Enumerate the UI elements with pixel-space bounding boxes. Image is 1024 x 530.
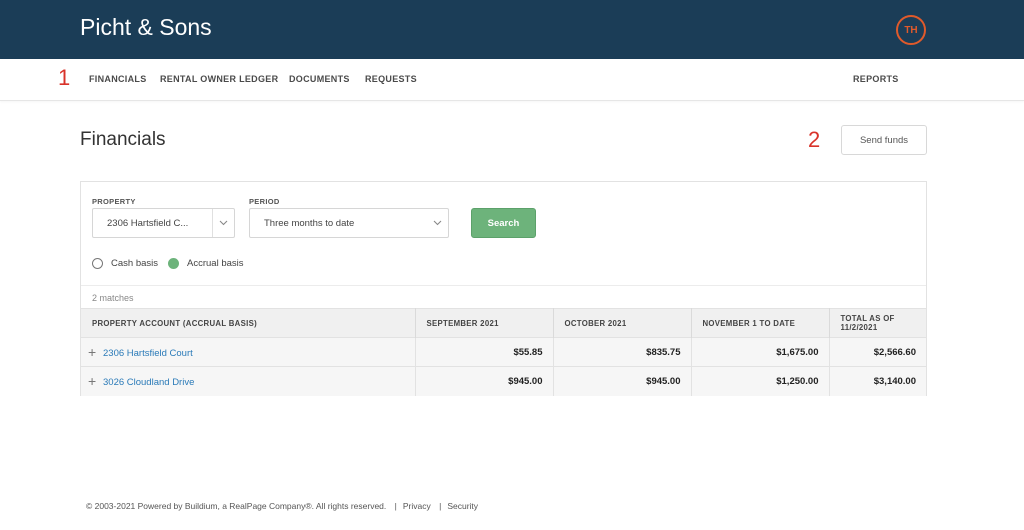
november-amount: $1,250.00: [691, 366, 830, 396]
column-header-october-2021: OCTOBER 2021: [553, 308, 692, 338]
november-amount: $1,675.00: [691, 337, 830, 367]
nav-item-financials[interactable]: FINANCIALS: [89, 74, 147, 84]
expand-plus-icon[interactable]: +: [88, 373, 101, 389]
period-select[interactable]: Three months to date: [249, 208, 449, 238]
annotation-marker-1: 1: [58, 65, 71, 90]
financials-panel: PROPERTY 2306 Hartsfield C... PERIOD Thr…: [80, 181, 927, 396]
matches-count: 2 matches: [81, 285, 926, 308]
september-amount: $945.00: [415, 366, 554, 396]
table-row: +2306 Hartsfield Court $55.85 $835.75 $1…: [81, 337, 926, 367]
accrual-basis-radio[interactable]: [168, 258, 179, 269]
account-cell: +2306 Hartsfield Court: [81, 337, 416, 367]
account-cell: +3026 Cloudland Drive: [81, 366, 416, 396]
cash-basis-label: Cash basis: [111, 258, 158, 269]
main-nav: 1 FINANCIALS RENTAL OWNER LEDGER DOCUMEN…: [0, 59, 1024, 101]
cash-basis-radio[interactable]: [92, 258, 103, 269]
footer: © 2003-2021 Powered by Buildium, a RealP…: [86, 501, 484, 511]
property-select[interactable]: 2306 Hartsfield C...: [92, 208, 235, 238]
nav-item-documents[interactable]: DOCUMENTS: [289, 74, 350, 84]
october-amount: $835.75: [553, 337, 692, 367]
september-amount: $55.85: [415, 337, 554, 367]
top-header: Picht & Sons TH: [0, 0, 1024, 59]
footer-separator: |: [439, 501, 442, 511]
expand-plus-icon[interactable]: +: [88, 344, 101, 360]
footer-separator: |: [394, 501, 397, 511]
column-header-november-to-date: NOVEMBER 1 TO DATE: [691, 308, 830, 338]
october-amount: $945.00: [553, 366, 692, 396]
send-funds-button[interactable]: Send funds: [841, 125, 927, 155]
brand-name: Picht & Sons: [80, 14, 212, 40]
period-select-value: Three months to date: [264, 218, 355, 229]
nav-item-rental-owner-ledger[interactable]: RENTAL OWNER LEDGER: [160, 74, 278, 84]
search-button[interactable]: Search: [471, 208, 536, 238]
footer-copyright: © 2003-2021 Powered by Buildium, a RealP…: [86, 501, 387, 511]
column-header-total: TOTAL AS OF 11/2/2021: [829, 308, 926, 338]
property-label: PROPERTY: [92, 197, 136, 206]
total-amount: $3,140.00: [829, 366, 926, 396]
property-select-value: 2306 Hartsfield C...: [107, 218, 189, 229]
nav-item-requests[interactable]: REQUESTS: [365, 74, 417, 84]
column-header-september-2021: SEPTEMBER 2021: [415, 308, 554, 338]
chevron-down-icon: [426, 209, 448, 237]
footer-privacy-link[interactable]: Privacy: [403, 501, 431, 511]
total-amount: $2,566.60: [829, 337, 926, 367]
table-row: +3026 Cloudland Drive $945.00 $945.00 $1…: [81, 366, 926, 396]
page-title: Financials: [80, 129, 166, 150]
user-avatar[interactable]: TH: [896, 15, 926, 45]
financials-table: PROPERTY ACCOUNT (ACCRUAL BASIS) SEPTEMB…: [81, 308, 926, 396]
chevron-down-icon: [212, 209, 234, 237]
annotation-marker-2: 2: [808, 127, 821, 152]
account-link[interactable]: 3026 Cloudland Drive: [103, 377, 194, 388]
nav-item-reports[interactable]: REPORTS: [853, 74, 899, 84]
accrual-basis-label: Accrual basis: [187, 258, 244, 269]
period-label: PERIOD: [249, 197, 280, 206]
footer-security-link[interactable]: Security: [447, 501, 478, 511]
column-header-property-account: PROPERTY ACCOUNT (ACCRUAL BASIS): [81, 308, 416, 338]
table-header-row: PROPERTY ACCOUNT (ACCRUAL BASIS) SEPTEMB…: [81, 308, 926, 338]
account-link[interactable]: 2306 Hartsfield Court: [103, 348, 193, 359]
